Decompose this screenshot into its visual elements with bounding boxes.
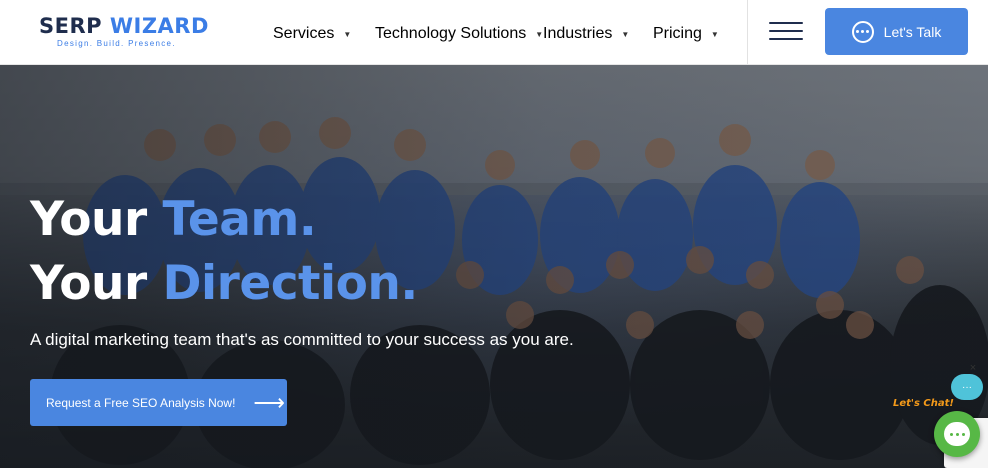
logo-title: SERP WIZARD xyxy=(39,14,209,38)
lets-talk-button[interactable]: Let's Talk xyxy=(825,8,968,55)
logo-title-accent: WIZARD xyxy=(109,14,209,38)
caret-down-icon: ▼ xyxy=(710,29,719,39)
chat-bubble-icon xyxy=(851,20,874,43)
nav-item-industries[interactable]: Industries ▼ xyxy=(543,25,629,43)
nav-label: Industries xyxy=(543,25,613,42)
caret-down-icon: ▼ xyxy=(535,29,544,39)
nav-label: Services xyxy=(273,25,335,42)
nav-item-services[interactable]: Services ▼ xyxy=(273,25,351,43)
caret-down-icon: ▼ xyxy=(621,29,630,39)
nav-label: Technology Solutions xyxy=(375,25,527,42)
hero-headline-accent: Direction. xyxy=(162,256,419,311)
seo-analysis-label: Request a Free SEO Analysis Now! xyxy=(46,395,236,410)
logo-tagline: Design. Build. Presence. xyxy=(57,39,176,48)
caret-down-icon: ▼ xyxy=(343,29,352,39)
site-header: SERP WIZARD Design. Build. Presence. Ser… xyxy=(0,0,988,65)
lets-talk-label: Let's Talk xyxy=(883,23,942,40)
header-divider xyxy=(747,0,748,64)
chat-icon xyxy=(944,422,970,446)
chat-preview-bubble[interactable]: ··· xyxy=(951,374,983,400)
hamburger-menu-icon[interactable] xyxy=(769,22,803,42)
close-icon[interactable]: × xyxy=(966,361,980,375)
nav-item-technology-solutions[interactable]: Technology Solutions ▼ xyxy=(375,25,543,43)
hero-section: Your Team. Your Direction. A digital mar… xyxy=(0,65,988,468)
chat-launcher-button[interactable] xyxy=(934,411,980,457)
logo[interactable]: SERP WIZARD Design. Build. Presence. xyxy=(39,14,209,48)
hero-headline-line2: Your Direction. xyxy=(30,256,419,311)
hero-headline-line1: Your Team. xyxy=(30,192,317,247)
hero-subtitle: A digital marketing team that's as commi… xyxy=(30,330,574,349)
seo-analysis-button[interactable]: Request a Free SEO Analysis Now! ⟶ xyxy=(30,379,287,426)
nav-label: Pricing xyxy=(653,25,702,42)
nav-item-pricing[interactable]: Pricing ▼ xyxy=(653,25,719,43)
arrow-right-icon: ⟶ xyxy=(253,389,285,415)
lets-chat-label: Let's Chat! xyxy=(893,398,954,409)
hero-headline-accent: Team. xyxy=(162,192,317,247)
